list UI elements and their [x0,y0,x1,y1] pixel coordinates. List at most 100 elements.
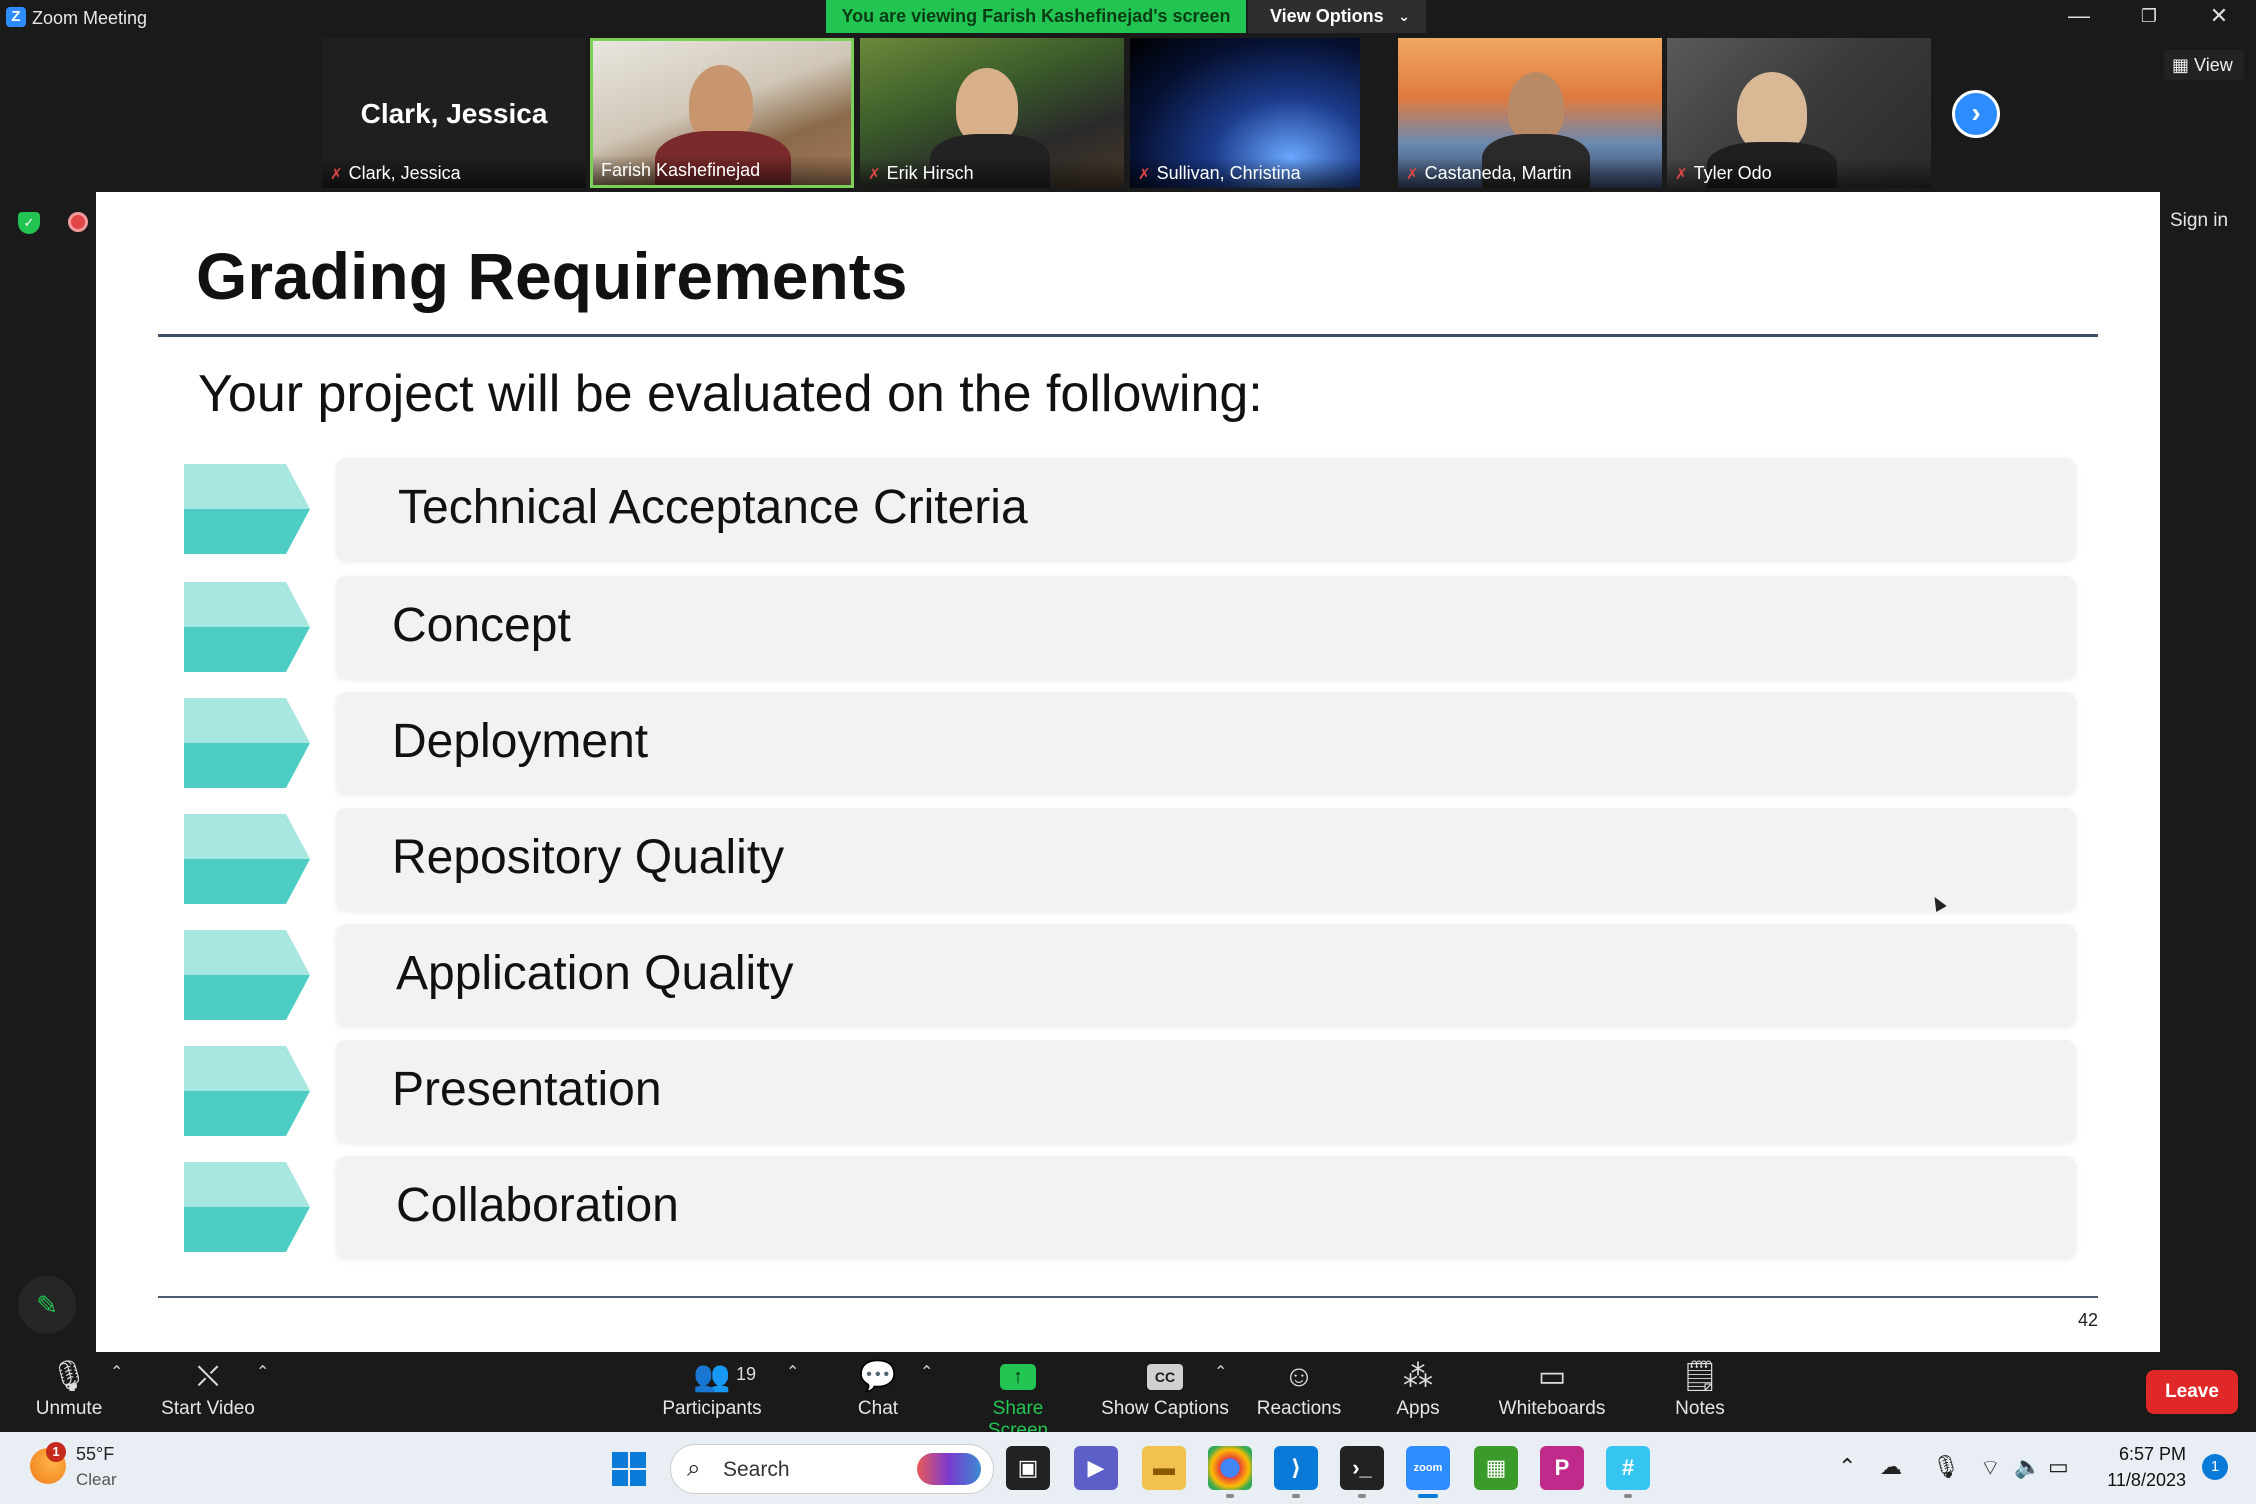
close-button[interactable]: ✕ [2184,0,2254,34]
restore-button[interactable]: ❐ [2114,0,2184,34]
windows-taskbar: 1 55°F Clear ⌕ Search ▣ ▶ ▬ ⟩ ›_ zoom ▦ … [0,1432,2256,1504]
chat-button[interactable]: 💬 Chat [846,1352,910,1432]
chevron-arrow-icon [184,698,310,788]
chat-icon: 💬 [859,1360,897,1393]
title-bar: Z Zoom Meeting You are viewing Farish Ka… [0,0,2256,36]
notes-label: Notes [1675,1398,1725,1419]
whiteboards-button[interactable]: ▭ Whiteboards [1496,1352,1608,1432]
windows-start-icon[interactable] [612,1452,646,1486]
chevron-arrow-icon [184,582,310,672]
video-off-icon: ⛌ [196,1360,220,1393]
participant-name-bar: ✗ Erik Hirsch [860,158,1124,188]
participant-video [956,68,1018,144]
participant-tile[interactable]: ✗ Erik Hirsch [860,38,1124,188]
app-p-icon[interactable]: P [1540,1446,1584,1490]
recording-icon [68,212,88,232]
criterion-item: Collaboration [184,1156,2172,1260]
participant-name: Castaneda, Martin [1424,163,1572,183]
criterion-item: Repository Quality [184,808,2172,912]
notes-button[interactable]: 🗒 Notes [1668,1352,1732,1432]
slide-footer-divider [158,1296,2098,1298]
meeting-toolbar: 🎙 Unmute ⌃ ⛌ Start Video ⌃ 👥 Participant… [0,1352,2256,1441]
mic-muted-icon: ✗ [330,166,343,183]
share-screen-icon: ↑ [1000,1364,1036,1390]
chrome-icon[interactable] [1208,1446,1252,1498]
reactions-button[interactable]: ☺ Reactions [1252,1352,1346,1432]
search-placeholder: Search [723,1458,790,1481]
battery-icon[interactable]: ▭ [2048,1454,2069,1480]
video-options-caret-icon[interactable]: ⌃ [256,1362,269,1382]
clock-time[interactable]: 6:57 PM [2106,1444,2186,1465]
mic-muted-icon: ✗ [1138,166,1151,183]
criterion-label: Concept [392,599,571,652]
chevron-arrow-icon [184,1046,310,1136]
share-screen-button[interactable]: ↑ Share Screen [960,1352,1076,1441]
chat-caret-icon[interactable]: ⌃ [920,1362,933,1382]
security-shield-icon[interactable]: ✓ [18,212,40,234]
clock-date[interactable]: 11/8/2023 [2096,1470,2186,1491]
zoom-app-icon[interactable]: zoom [1406,1446,1450,1498]
slide-subtitle: Your project will be evaluated on the fo… [198,365,1263,423]
chevron-down-icon: ⌄ [1398,8,1410,24]
start-video-button[interactable]: ⛌ Start Video [150,1352,266,1432]
slide-title: Grading Requirements [196,239,908,313]
annotate-pen-icon[interactable]: ✎ [18,1276,76,1334]
unmute-label: Unmute [35,1398,103,1419]
minecraft-icon[interactable]: ▦ [1474,1446,1518,1490]
captions-icon: CC [1147,1364,1183,1390]
view-layout-label: View [2194,55,2233,75]
apps-label: Apps [1396,1398,1440,1419]
shared-screen-slide: Grading Requirements Your project will b… [96,192,2160,1352]
slide-page-number: 42 [2078,1310,2099,1330]
chevron-arrow-icon [184,1162,310,1252]
next-page-arrow-icon[interactable]: › [1952,90,2000,138]
participant-tile[interactable]: ✗ Tyler Odo [1667,38,1931,188]
microphone-icon[interactable]: 🎙 [1932,1454,1960,1480]
taskview-app-icon[interactable]: ▣ [1006,1446,1050,1490]
participant-tile[interactable]: ✗ Castaneda, Martin [1398,38,1662,188]
grid-icon: ▦ [2172,55,2190,75]
participant-video [1737,72,1807,152]
criterion-item: Application Quality [184,924,2172,1028]
audio-options-caret-icon[interactable]: ⌃ [110,1362,123,1382]
weather-temperature: 55°F [76,1444,115,1464]
chat-label: Chat [857,1398,899,1419]
criterion-label: Technical Acceptance Criteria [398,481,1028,534]
chevron-arrow-icon [184,464,310,554]
participants-label: Participants [662,1398,762,1419]
chevron-up-icon[interactable]: ⌃ [1838,1454,1856,1480]
taskbar-search[interactable]: ⌕ Search [670,1444,994,1494]
file-explorer-icon[interactable]: ▬ [1142,1446,1186,1490]
view-options-button[interactable]: View Options ⌄ [1248,0,1426,33]
weather-alert-badge: 1 [46,1442,66,1462]
participant-tile-active-speaker[interactable]: Farish Kashefinejad [590,38,854,188]
terminal-icon[interactable]: ›_ [1340,1446,1384,1498]
participant-name-bar: ✗ Castaneda, Martin [1398,158,1662,188]
wifi-icon[interactable]: ⌔ [1980,1454,2001,1482]
participant-video [1508,72,1564,142]
notification-badge[interactable]: 1 [2202,1454,2228,1480]
participant-name: Tyler Odo [1693,163,1772,183]
captions-caret-icon[interactable]: ⌃ [1214,1362,1227,1382]
slack-icon[interactable]: # [1606,1446,1650,1498]
participant-tile[interactable]: Clark, Jessica ✗ Clark, Jessica [322,38,586,188]
mic-muted-icon: 🎙 [49,1360,89,1393]
participants-caret-icon[interactable]: ⌃ [786,1362,799,1382]
minimize-button[interactable]: — [2044,0,2114,34]
sign-in-link[interactable]: Sign in [2170,210,2228,232]
unmute-button[interactable]: 🎙 Unmute [24,1352,114,1432]
view-layout-button[interactable]: ▦ View [2164,50,2244,80]
participant-name: Erik Hirsch [886,163,974,183]
reactions-icon: ☺ [1283,1360,1315,1393]
leave-button[interactable]: Leave [2146,1370,2238,1414]
participants-count: 19 [736,1364,757,1384]
apps-button[interactable]: ⁂ Apps [1390,1352,1446,1432]
teams-app-icon[interactable]: ▶ [1074,1446,1118,1490]
participant-tile[interactable]: ✗ Sullivan, Christina [1130,38,1360,188]
vscode-icon[interactable]: ⟩ [1274,1446,1318,1498]
show-captions-button[interactable]: CC Show Captions [1100,1352,1230,1432]
zoom-logo-icon: Z [6,7,26,27]
search-highlight-icon [917,1453,981,1485]
volume-icon[interactable]: 🔈 [2014,1454,2041,1480]
onedrive-cloud-icon[interactable]: ☁ [1880,1454,1902,1480]
